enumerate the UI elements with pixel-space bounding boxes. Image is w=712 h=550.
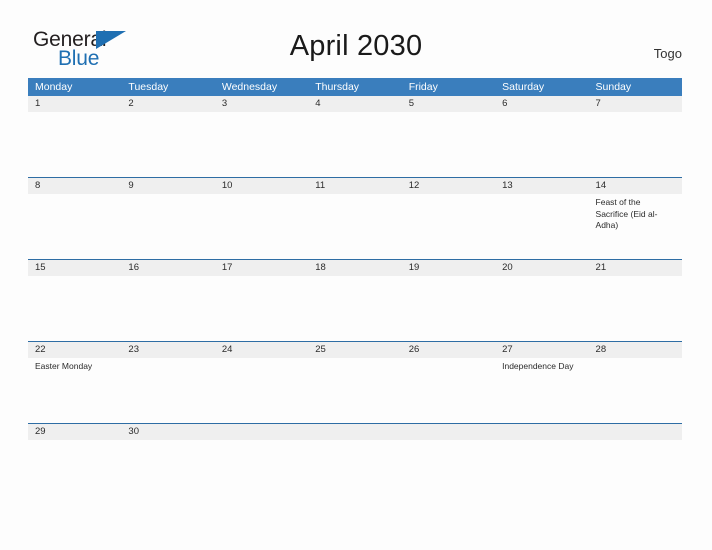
day-number[interactable]: 4 [308,96,401,112]
day-event [215,112,308,177]
day-event [121,276,214,341]
week-event-band: Feast of the Sacrifice (Eid al-Adha) [28,194,682,259]
day-event [308,112,401,177]
weekday-header-thursday: Thursday [315,81,360,93]
day-event [215,358,308,423]
calendar-page: General Blue April 2030 Togo Monday Tues… [0,0,712,550]
calendar-grid: Monday Tuesday Wednesday Thursday Friday… [28,78,682,460]
day-number[interactable]: 12 [402,178,495,194]
day-event [402,440,495,460]
week-date-band: 8 9 10 11 12 13 14 [28,178,682,194]
calendar-week-row: 29 30 [28,423,682,460]
day-number[interactable]: 28 [589,342,682,358]
day-number[interactable] [589,424,682,440]
day-event [121,112,214,177]
day-event [589,112,682,177]
day-event [308,358,401,423]
calendar-week-row: 1 2 3 4 5 6 7 [28,96,682,177]
week-event-band [28,440,682,460]
calendar-week-row: 8 9 10 11 12 13 14 Feast of the Sacrific… [28,177,682,259]
week-event-band [28,276,682,341]
day-number[interactable]: 22 [28,342,121,358]
country-label: Togo [653,46,682,61]
calendar-week-row: 15 16 17 18 19 20 21 [28,259,682,341]
day-event [308,276,401,341]
day-number[interactable]: 16 [121,260,214,276]
day-event [402,358,495,423]
day-number[interactable]: 27 [495,342,588,358]
day-event [308,194,401,259]
day-event [495,440,588,460]
day-event [402,112,495,177]
day-event [495,112,588,177]
day-number[interactable]: 9 [121,178,214,194]
day-event [121,358,214,423]
day-number[interactable]: 30 [121,424,214,440]
day-number[interactable]: 17 [215,260,308,276]
weekday-header-monday: Monday [35,81,73,93]
calendar-week-row: 22 23 24 25 26 27 28 Easter Monday Indep… [28,341,682,423]
day-number[interactable] [308,424,401,440]
day-number[interactable]: 5 [402,96,495,112]
weekday-header-wednesday: Wednesday [221,81,278,93]
day-number[interactable]: 3 [215,96,308,112]
weekday-header-sunday: Sunday [595,81,632,93]
day-number[interactable]: 7 [589,96,682,112]
day-number[interactable]: 14 [589,178,682,194]
day-number[interactable]: 10 [215,178,308,194]
day-event [589,358,682,423]
day-number[interactable]: 20 [495,260,588,276]
day-event [28,440,121,460]
day-number[interactable]: 11 [308,178,401,194]
week-event-band: Easter Monday Independence Day [28,358,682,423]
day-event [121,194,214,259]
day-event [495,276,588,341]
weekday-header-row: Monday Tuesday Wednesday Thursday Friday… [28,78,682,96]
day-number[interactable]: 18 [308,260,401,276]
weekday-header-friday: Friday [408,81,438,93]
day-number[interactable] [402,424,495,440]
day-number[interactable]: 26 [402,342,495,358]
day-number[interactable]: 8 [28,178,121,194]
week-date-band: 22 23 24 25 26 27 28 [28,342,682,358]
day-event: Independence Day [502,361,574,371]
day-event [28,276,121,341]
page-header: General Blue April 2030 Togo [0,0,712,78]
day-number[interactable]: 23 [121,342,214,358]
day-number[interactable]: 15 [28,260,121,276]
day-event: Feast of the Sacrifice (Eid al-Adha) [595,197,658,230]
day-number[interactable]: 2 [121,96,214,112]
day-event [402,276,495,341]
week-date-band: 15 16 17 18 19 20 21 [28,260,682,276]
day-event [215,440,308,460]
day-number[interactable]: 24 [215,342,308,358]
day-event [589,440,682,460]
weekday-header-saturday: Saturday [502,81,545,93]
week-date-band: 29 30 [28,424,682,440]
day-event [402,194,495,259]
day-event [215,276,308,341]
day-number[interactable]: 21 [589,260,682,276]
day-event [28,112,121,177]
day-number[interactable]: 25 [308,342,401,358]
day-number[interactable] [495,424,588,440]
day-event [308,440,401,460]
day-event [589,276,682,341]
weekday-header-tuesday: Tuesday [128,81,169,93]
day-number[interactable]: 6 [495,96,588,112]
day-event: Easter Monday [35,361,93,371]
day-number[interactable] [215,424,308,440]
day-number[interactable]: 13 [495,178,588,194]
day-event [495,194,588,259]
day-event [215,194,308,259]
week-event-band [28,112,682,177]
day-number[interactable]: 29 [28,424,121,440]
day-event [121,440,214,460]
week-date-band: 1 2 3 4 5 6 7 [28,96,682,112]
day-number[interactable]: 1 [28,96,121,112]
day-event [28,194,121,259]
day-number[interactable]: 19 [402,260,495,276]
page-title: April 2030 [289,30,423,62]
